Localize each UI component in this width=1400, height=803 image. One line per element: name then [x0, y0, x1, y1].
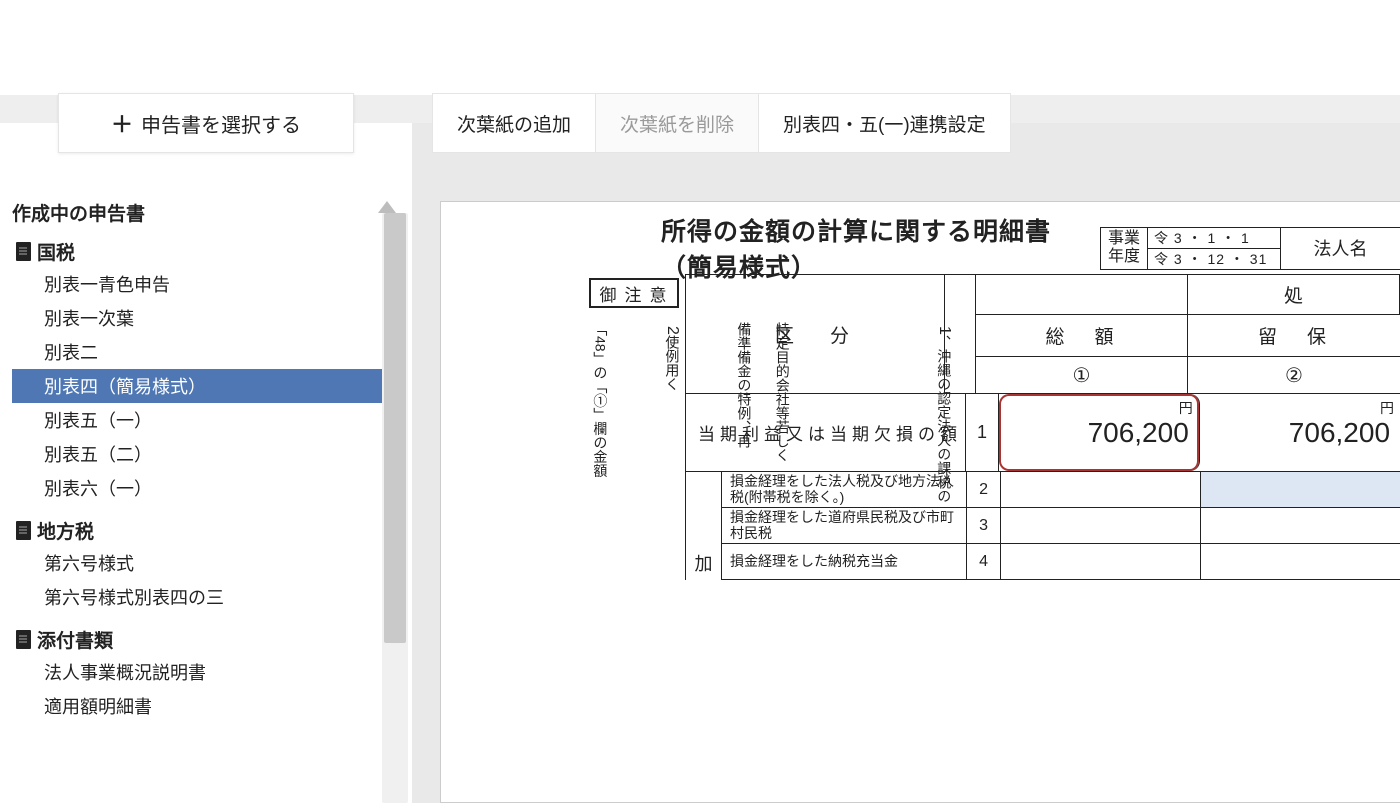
hdr-ryuho: 留保 [1188, 315, 1400, 357]
tab-link-setting-label: 別表四・五(一)連携設定 [783, 110, 986, 137]
sidebar-item[interactable]: 別表五（一） [12, 403, 404, 437]
document-icon [16, 521, 31, 540]
row3-num: 3 [967, 508, 1001, 543]
sidebar-item[interactable]: 別表五（二） [12, 437, 404, 471]
row4-col2[interactable] [1201, 544, 1400, 579]
row-2: 損金経理をした法人税及び地方法人税(附帯税を除く。) 2 [722, 472, 1400, 508]
row4-col1[interactable] [1001, 544, 1201, 579]
row2-col2[interactable] [1201, 472, 1400, 507]
ka-label: 加 [686, 472, 722, 580]
row1-amount-1[interactable]: 円 706,200 [999, 394, 1199, 471]
group-local: 地方税 [12, 517, 404, 544]
form-inner: 所得の金額の計算に関する明細書（簡易様式） 事業 年度 令 3 ・ 1 ・ 1 … [441, 202, 1400, 284]
fy-from: 令 3 ・ 1 ・ 1 [1148, 228, 1280, 249]
plus-icon: ＋ [111, 107, 133, 139]
sidebar-item[interactable]: 別表六（一） [12, 471, 404, 505]
fy-dates: 令 3 ・ 1 ・ 1 令 3 ・ 12 ・ 31 [1148, 228, 1280, 269]
group-attach: 添付書類 [12, 626, 404, 653]
fy-to: 令 3 ・ 12 ・ 31 [1148, 249, 1280, 269]
group-national-label: 国税 [37, 238, 75, 265]
row2-col1[interactable] [1001, 472, 1201, 507]
fiscal-year-box: 事業 年度 令 3 ・ 1 ・ 1 令 3 ・ 12 ・ 31 法人名 [1100, 227, 1400, 270]
row1-amount2-value: 706,200 [1289, 417, 1390, 449]
tab-delete-sheet-label: 次葉紙を削除 [620, 110, 734, 137]
document-icon [16, 242, 31, 261]
yen-label: 円 [1179, 398, 1193, 418]
row-4: 損金経理をした納税充当金 4 [722, 544, 1400, 580]
row1-amount1-value: 706,200 [1088, 417, 1189, 449]
row2-num: 2 [967, 472, 1001, 507]
sidebar: ＋ 申告書を選択する 作成中の申告書 国税 別表一青色申告別表一次葉別表二別表四… [0, 123, 412, 803]
select-document-button[interactable]: ＋ 申告書を選択する [58, 93, 354, 153]
tab-add-sheet[interactable]: 次葉紙の追加 [432, 93, 596, 153]
tab-delete-sheet: 次葉紙を削除 [595, 93, 759, 153]
scroll-up-icon[interactable] [378, 201, 396, 213]
top-whitespace [0, 0, 1400, 95]
sidebar-item[interactable]: 第六号様式 [12, 546, 404, 580]
yen-label: 円 [1380, 398, 1394, 418]
fy-label: 事業 年度 [1100, 228, 1148, 269]
row1-num: 1 [966, 394, 1000, 471]
hdr-sho: 処 [1188, 275, 1400, 315]
vnote-col-4: 使例用く [661, 335, 683, 391]
vnote-num-2: 2 [663, 326, 681, 335]
group-local-label: 地方税 [37, 517, 94, 544]
addition-rows: 加 損金経理をした法人税及び地方法人税(附帯税を除く。) 2 損金経理をした道府… [685, 472, 1400, 580]
sidebar-item[interactable]: 適用額明細書 [12, 689, 404, 723]
hdr-col1: ① [976, 357, 1188, 393]
document-icon [16, 630, 31, 649]
hdr-col2: ② [1188, 357, 1400, 393]
sidebar-item[interactable]: 別表一青色申告 [12, 267, 404, 301]
row1-label: 当期利益又は当期欠損の額 [686, 394, 966, 471]
tab-add-sheet-label: 次葉紙の追加 [457, 110, 571, 137]
row2-label: 損金経理をした法人税及び地方法人税(附帯税を除く。) [722, 472, 967, 507]
sidebar-scrollbar-thumb[interactable] [384, 213, 406, 643]
header-row: 区分 総額 ① 処 留保 ② [686, 275, 1400, 394]
hdr-rownum-blank [945, 275, 976, 393]
row-3: 損金経理をした道府県民税及び市町村民税 3 [722, 508, 1400, 544]
tab-link-setting[interactable]: 別表四・五(一)連携設定 [758, 93, 1011, 153]
group-national: 国税 [12, 238, 404, 265]
row3-col2[interactable] [1201, 508, 1400, 543]
row3-label: 損金経理をした道府県民税及び市町村民税 [722, 508, 967, 543]
sidebar-body: 作成中の申告書 国税 別表一青色申告別表一次葉別表二別表四（簡易様式）別表五（一… [0, 153, 412, 733]
notice-box: 御注意 [589, 278, 679, 308]
row4-num: 4 [967, 544, 1001, 579]
sidebar-item[interactable]: 別表二 [12, 335, 404, 369]
document-area: 次葉紙の追加 次葉紙を削除 別表四・五(一)連携設定 所得の金額の計算に関する明… [412, 123, 1400, 803]
hdr-kubun: 区分 [686, 275, 945, 393]
form-paper: 所得の金額の計算に関する明細書（簡易様式） 事業 年度 令 3 ・ 1 ・ 1 … [440, 201, 1400, 803]
row4-label: 損金経理をした納税充当金 [722, 544, 967, 579]
main-layout: ＋ 申告書を選択する 作成中の申告書 国税 別表一青色申告別表一次葉別表二別表四… [0, 123, 1400, 803]
sidebar-scrollbar[interactable] [382, 213, 408, 803]
sidebar-item[interactable]: 別表四（簡易様式） [12, 369, 404, 403]
row-1: 当期利益又は当期欠損の額 1 円 706,200 円 706,200 [686, 394, 1400, 472]
row3-col1[interactable] [1001, 508, 1201, 543]
vnote-col-5: 「48」の「①」欄の金額 [589, 322, 611, 503]
row1-amount-2[interactable]: 円 706,200 [1200, 394, 1400, 471]
sidebar-item[interactable]: 第六号様式別表四の三 [12, 580, 404, 614]
sidebar-heading: 作成中の申告書 [12, 199, 404, 226]
group-attach-label: 添付書類 [37, 626, 113, 653]
form-table: 区分 総額 ① 処 留保 ② [685, 274, 1400, 472]
select-document-label: 申告書を選択する [141, 109, 301, 138]
hdr-total: 総額 [976, 315, 1188, 357]
sidebar-item[interactable]: 法人事業概況説明書 [12, 655, 404, 689]
sidebar-item[interactable]: 別表一次葉 [12, 301, 404, 335]
corp-name-label: 法人名 [1280, 228, 1400, 269]
document-tabs: 次葉紙の追加 次葉紙を削除 別表四・五(一)連携設定 [412, 93, 1400, 153]
